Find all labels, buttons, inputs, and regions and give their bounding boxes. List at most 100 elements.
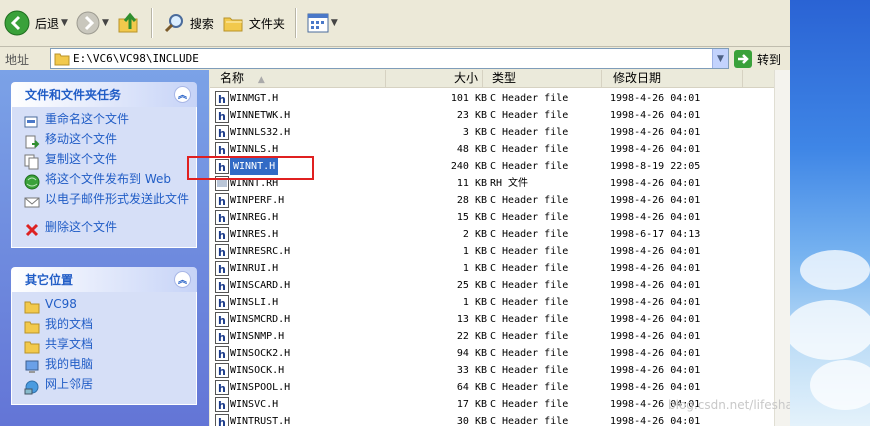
task-publish-label: 将这个文件发布到 Web	[45, 172, 171, 186]
file-name: WINSOCK.H	[230, 365, 285, 376]
delete-icon	[25, 223, 39, 237]
file-date: 1998-4-26 04:01	[610, 127, 701, 138]
file-name: WINSMCRD.H	[230, 314, 291, 325]
file-tasks-header[interactable]: 文件和文件夹任务 ︽	[11, 82, 197, 107]
file-row[interactable]: h WINNETWK.H 23 KB C Header file 1998-4-26 0…	[210, 107, 774, 124]
file-size: 11 KB	[456, 178, 487, 189]
file-row[interactable]: h WINSOCK.H 33 KB C Header file 1998-4-26 04…	[210, 362, 774, 379]
svg-text:h: h	[218, 127, 226, 140]
file-row[interactable]: h WINMGT.H 101 KB C Header file 1998-4-26 04…	[210, 90, 774, 107]
c-header-file-icon: h	[215, 380, 229, 395]
file-date: 1998-6-17 04:13	[610, 229, 701, 240]
place-vc98[interactable]: VC98	[24, 298, 196, 318]
file-name: WINSPOOL.H	[230, 382, 291, 393]
file-name: WINSNMP.H	[230, 331, 285, 342]
file-row[interactable]: h WINRUI.H 1 KB C Header file 1998-4-26 04:0…	[210, 260, 774, 277]
file-row[interactable]: h WINSNMP.H 22 KB C Header file 1998-4-26 04…	[210, 328, 774, 345]
file-row[interactable]: h WINSMCRD.H 13 KB C Header file 1998-4-26 0…	[210, 311, 774, 328]
task-delete[interactable]: 删除这个文件	[24, 221, 196, 241]
file-date: 1998-4-26 04:01	[610, 348, 701, 359]
file-row[interactable]: h WINREG.H 15 KB C Header file 1998-4-26 04:…	[210, 209, 774, 226]
svg-text:h: h	[218, 416, 226, 426]
file-date: 1998-4-26 04:01	[610, 280, 701, 291]
file-type: C Header file	[490, 212, 569, 223]
views-dropdown-icon[interactable]: ▼	[331, 18, 338, 28]
back-button[interactable]: 后退 ▼	[0, 5, 72, 41]
column-header-date[interactable]: 修改日期	[603, 70, 743, 87]
task-move-label: 移动这个文件	[45, 132, 118, 146]
toolbar-separator	[294, 8, 297, 38]
address-dropdown-icon[interactable]: ▼	[712, 49, 728, 68]
file-row[interactable]: h WINSOCK2.H 94 KB C Header file 1998-4-26 0…	[210, 345, 774, 362]
task-email[interactable]: 以电子邮件形式发送此文件	[24, 193, 196, 221]
views-button[interactable]: ▼	[303, 5, 342, 41]
file-size: 1 KB	[462, 297, 487, 308]
go-arrow-icon	[734, 50, 752, 68]
task-rename[interactable]: 重命名这个文件	[24, 113, 196, 133]
file-row[interactable]: h WINRES.H 2 KB C Header file 1998-6-17 04:1…	[210, 226, 774, 243]
file-row[interactable]: h WINSPOOL.H 64 KB C Header file 1998-4-26 0…	[210, 379, 774, 396]
forward-dropdown-icon[interactable]: ▼	[102, 18, 109, 28]
file-type: C Header file	[490, 280, 569, 291]
file-name: WINSLI.H	[230, 297, 279, 308]
file-type: C Header file	[490, 365, 569, 376]
collapse-chevron-icon[interactable]: ︽	[174, 271, 191, 288]
file-type: C Header file	[490, 297, 569, 308]
file-size: 33 KB	[456, 365, 487, 376]
task-copy[interactable]: 复制这个文件	[24, 153, 196, 173]
file-row[interactable]: h WINSLI.H 1 KB C Header file 1998-4-26 04:0…	[210, 294, 774, 311]
file-size: 15 KB	[456, 212, 487, 223]
file-row[interactable]: h WINSCARD.H 25 KB C Header file 1998-4-26 0…	[210, 277, 774, 294]
column-date-label: 修改日期	[613, 71, 662, 85]
file-date: 1998-8-19 22:05	[610, 161, 701, 172]
file-size: 25 KB	[456, 280, 487, 291]
place-network[interactable]: 网上邻居	[24, 378, 196, 398]
file-date: 1998-4-26 04:01	[610, 178, 701, 189]
search-button[interactable]: 搜索	[159, 5, 218, 41]
file-date: 1998-4-26 04:01	[610, 365, 701, 376]
file-tasks-body: 重命名这个文件 移动这个文件 复制这个文件 将这个文件发布到 Web 以电子邮件…	[11, 107, 197, 248]
file-row[interactable]: h WINNLS32.H 3 KB C Header file 1998-4-26 04…	[210, 124, 774, 141]
collapse-chevron-icon[interactable]: ︽	[174, 86, 191, 103]
copy-icon	[24, 154, 39, 170]
go-button[interactable]: 转到	[734, 50, 781, 68]
other-places-panel: 其它位置 ︽ VC98 我的文档 共享文档 我的电脑 网上邻居	[11, 267, 197, 405]
file-row[interactable]: h WINPERF.H 28 KB C Header file 1998-4-26 04…	[210, 192, 774, 209]
folder-icon	[24, 301, 40, 314]
place-my-computer[interactable]: 我的电脑	[24, 358, 196, 378]
address-bar: 地址 E:\VC6\VC98\INCLUDE ▼ 转到	[0, 47, 790, 71]
up-folder-button[interactable]	[113, 5, 145, 41]
file-size: 64 KB	[456, 382, 487, 393]
other-places-header[interactable]: 其它位置 ︽	[11, 267, 197, 292]
file-date: 1998-4-26 04:01	[610, 331, 701, 342]
vertical-scrollbar[interactable]	[774, 70, 790, 426]
place-my-documents[interactable]: 我的文档	[24, 318, 196, 338]
file-type: C Header file	[490, 314, 569, 325]
publish-web-icon	[24, 174, 40, 190]
folders-button[interactable]: 文件夹	[218, 5, 289, 41]
file-size: 28 KB	[456, 195, 487, 206]
task-delete-label: 删除这个文件	[45, 220, 118, 234]
up-folder-icon	[118, 12, 138, 33]
task-move[interactable]: 移动这个文件	[24, 133, 196, 153]
file-size: 1 KB	[462, 263, 487, 274]
file-row[interactable]: h WINRESRC.H 1 KB C Header file 1998-4-26 04…	[210, 243, 774, 260]
task-publish[interactable]: 将这个文件发布到 Web	[24, 173, 196, 193]
file-name: WINRESRC.H	[230, 246, 291, 257]
computer-icon	[25, 360, 39, 373]
column-header-name[interactable]: 名称 ▲	[210, 70, 386, 87]
back-dropdown-icon[interactable]: ▼	[61, 18, 68, 28]
svg-text:h: h	[218, 195, 226, 208]
folder-icon	[54, 53, 70, 65]
column-header-type[interactable]: 类型	[484, 70, 602, 87]
svg-text:h: h	[218, 331, 226, 344]
file-name: WINNLS32.H	[230, 127, 291, 138]
forward-button[interactable]: ▼	[72, 5, 113, 41]
file-size: 13 KB	[456, 314, 487, 325]
place-shared-documents[interactable]: 共享文档	[24, 338, 196, 358]
address-input[interactable]: E:\VC6\VC98\INCLUDE ▼	[50, 48, 729, 69]
other-places-title: 其它位置	[25, 273, 74, 287]
file-row[interactable]: h WINTRUST.H 30 KB C Header file 1998-4-26 0…	[210, 413, 774, 426]
c-header-file-icon: h	[215, 329, 229, 344]
column-header-size[interactable]: 大小	[387, 70, 483, 87]
